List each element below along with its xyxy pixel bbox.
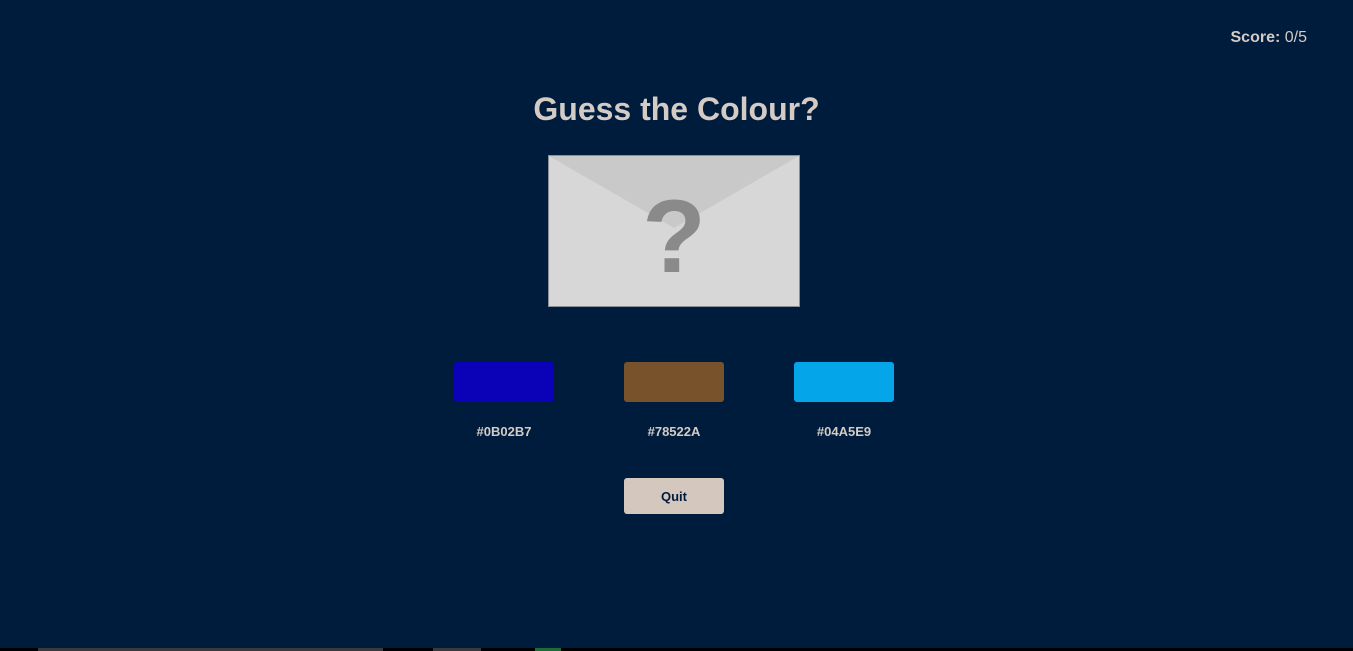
colour-option-1[interactable] xyxy=(454,362,554,402)
envelope-question-icon: ? xyxy=(549,156,799,306)
game-page: Score: 0/5 Guess the Colour? ? #0B02B7 #… xyxy=(0,0,1353,651)
colour-option-3-hex: #04A5E9 xyxy=(816,424,872,439)
colour-option-3[interactable] xyxy=(794,362,894,402)
colour-option-2[interactable] xyxy=(624,362,724,402)
score-value: 0/5 xyxy=(1284,29,1307,46)
score-label: Score: xyxy=(1230,29,1281,46)
game-title: Guess the Colour? xyxy=(533,91,820,127)
question-mark-glyph: ? xyxy=(642,179,706,295)
quit-button[interactable]: Quit xyxy=(624,478,724,514)
score-display: Score: 0/5 xyxy=(1231,29,1308,47)
mystery-colour-card: ? xyxy=(548,155,800,307)
colour-option-1-hex: #0B02B7 xyxy=(476,424,532,439)
colour-option-2-hex: #78522A xyxy=(647,424,701,439)
